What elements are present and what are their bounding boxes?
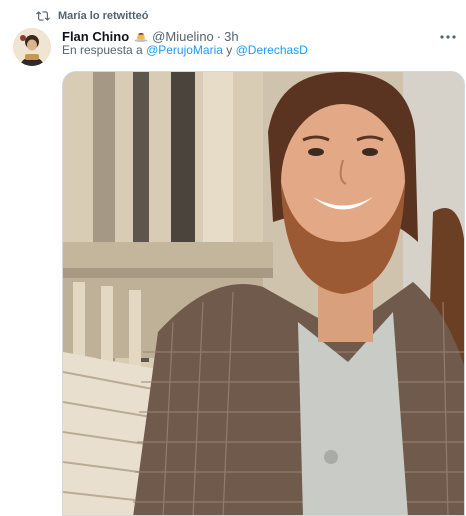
timestamp[interactable]: 3h	[224, 29, 238, 44]
display-name[interactable]: Flan Chino	[62, 29, 129, 44]
retweet-context: María lo retwitteó	[36, 8, 148, 24]
more-icon	[440, 26, 456, 44]
retweet-label[interactable]: María lo retwitteó	[58, 10, 148, 22]
flan-icon	[134, 30, 148, 42]
user-handle[interactable]: @Miuelino	[152, 29, 214, 44]
reply-prefix: En respuesta a	[62, 43, 143, 57]
dot-separator: ·	[216, 28, 222, 44]
avatar[interactable]	[13, 28, 51, 66]
tweet-media-image[interactable]	[62, 71, 465, 516]
tweet[interactable]: María lo retwitteó Flan Chino @Miuelino …	[0, 0, 466, 516]
mention-link[interactable]: @DerechasD	[236, 43, 308, 57]
retweet-icon	[36, 9, 50, 23]
reply-conjunction: y	[226, 43, 233, 57]
more-options-button[interactable]	[438, 26, 458, 44]
reply-context: En respuesta a @PerujoMaria y @DerechasD	[62, 43, 308, 59]
mention-link[interactable]: @PerujoMaria	[146, 43, 223, 57]
